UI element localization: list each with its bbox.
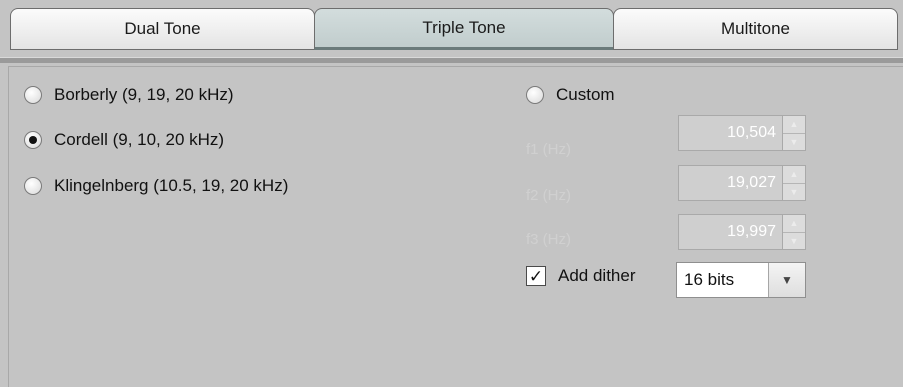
radio-label: Cordell (9, 10, 20 kHz) bbox=[54, 130, 225, 149]
add-dither-checkbox[interactable]: ✓ bbox=[526, 266, 546, 286]
spinner-arrows: ▲ ▼ bbox=[782, 116, 805, 150]
spin-down-icon[interactable]: ▼ bbox=[783, 182, 805, 200]
tab-label: Triple Tone bbox=[422, 18, 506, 37]
f2-value[interactable]: 19,027 bbox=[679, 166, 782, 200]
tab-bar: Dual Tone Triple Tone Multitone bbox=[0, 0, 903, 63]
radio-button-icon[interactable] bbox=[24, 177, 42, 195]
tab-label: Multitone bbox=[721, 19, 790, 38]
spin-up-icon[interactable]: ▲ bbox=[783, 166, 805, 183]
radio-custom[interactable]: Custom bbox=[526, 85, 615, 105]
f3-value[interactable]: 19,997 bbox=[679, 215, 782, 249]
radio-klingelnberg[interactable]: Klingelnberg (10.5, 19, 20 kHz) bbox=[24, 176, 288, 196]
radio-cordell[interactable]: Cordell (9, 10, 20 kHz) bbox=[24, 130, 224, 150]
spin-up-icon[interactable]: ▲ bbox=[783, 116, 805, 133]
tab-multitone[interactable]: Multitone bbox=[613, 8, 898, 50]
spinner-arrows: ▲ ▼ bbox=[782, 215, 805, 249]
f1-spinner[interactable]: 10,504 ▲ ▼ bbox=[678, 115, 806, 151]
f3-spinner[interactable]: 19,997 ▲ ▼ bbox=[678, 214, 806, 250]
add-dither-row[interactable]: ✓ Add dither bbox=[526, 266, 636, 286]
radio-label: Klingelnberg (10.5, 19, 20 kHz) bbox=[54, 176, 289, 195]
radio-button-icon[interactable] bbox=[24, 86, 42, 104]
dither-bits-select[interactable]: 16 bits ▼ bbox=[676, 262, 806, 298]
spin-down-icon[interactable]: ▼ bbox=[783, 132, 805, 150]
tab-underline bbox=[0, 57, 903, 63]
radio-button-icon[interactable] bbox=[24, 131, 42, 149]
tab-label: Dual Tone bbox=[124, 19, 201, 38]
radio-label: Borberly (9, 19, 20 kHz) bbox=[54, 85, 234, 104]
radio-button-icon[interactable] bbox=[526, 86, 544, 104]
f1-value[interactable]: 10,504 bbox=[679, 116, 782, 150]
f2-label: f2 (Hz) bbox=[526, 187, 571, 204]
dither-bits-value: 16 bits bbox=[684, 270, 735, 289]
radio-borberly[interactable]: Borberly (9, 19, 20 kHz) bbox=[24, 85, 234, 105]
spin-up-icon[interactable]: ▲ bbox=[783, 215, 805, 232]
spin-down-icon[interactable]: ▼ bbox=[783, 231, 805, 249]
tab-dual-tone[interactable]: Dual Tone bbox=[10, 8, 315, 50]
radio-selected-dot bbox=[29, 136, 37, 144]
dropdown-arrow-icon[interactable]: ▼ bbox=[768, 263, 805, 297]
f1-label: f1 (Hz) bbox=[526, 141, 571, 158]
radio-label: Custom bbox=[556, 85, 615, 104]
checkmark-icon: ✓ bbox=[528, 266, 544, 286]
f3-label: f3 (Hz) bbox=[526, 231, 571, 248]
tab-triple-tone[interactable]: Triple Tone bbox=[314, 8, 614, 50]
spinner-arrows: ▲ ▼ bbox=[782, 166, 805, 200]
f2-spinner[interactable]: 19,027 ▲ ▼ bbox=[678, 165, 806, 201]
add-dither-label: Add dither bbox=[558, 266, 636, 285]
